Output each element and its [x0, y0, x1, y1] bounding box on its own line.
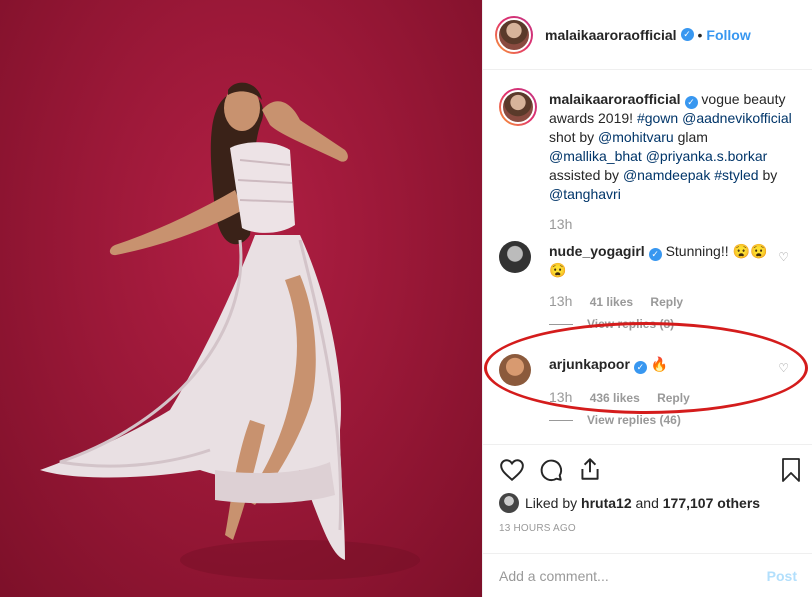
view-replies-label: View replies (8): [587, 317, 675, 331]
add-comment-bar: Add a comment... Post: [483, 553, 812, 597]
separator-dot: •: [697, 26, 703, 43]
verified-icon: ✓: [684, 96, 698, 109]
bookmark-icon[interactable]: [779, 457, 803, 483]
comment-text: 🔥: [650, 356, 669, 372]
post-timestamp: 13 HOURS AGO: [499, 523, 576, 534]
liked-by-prefix: Liked by: [525, 495, 578, 511]
view-replies-link[interactable]: View replies (8): [549, 317, 674, 331]
comment-meta: 13h 41 likes Reply: [549, 293, 697, 309]
caption-mention-link[interactable]: @tanghavri: [549, 186, 621, 202]
verified-icon: ✓: [648, 248, 662, 261]
liker-username[interactable]: hruta12: [581, 495, 632, 511]
comment-like-icon[interactable]: ♡: [778, 250, 789, 264]
comment-time: 13h: [549, 389, 573, 405]
comment-input[interactable]: Add a comment...: [499, 568, 609, 584]
post-side-panel: malaikaaroraofficial ✓ • Follow malaikaa…: [482, 0, 812, 597]
share-icon[interactable]: [577, 456, 603, 482]
comment-like-icon[interactable]: ♡: [778, 361, 789, 375]
comments-list[interactable]: malaikaaroraofficial ✓ vogue beauty award…: [483, 71, 812, 444]
caption-mention-link[interactable]: #styled: [714, 167, 758, 183]
heart-icon[interactable]: [499, 457, 525, 483]
follow-button[interactable]: Follow: [706, 27, 750, 43]
comment-likes[interactable]: 436 likes: [590, 391, 640, 405]
photo-illustration: [40, 82, 420, 580]
caption-mention-link[interactable]: @priyanka.s.borkar: [646, 148, 768, 164]
caption-text-segment: shot by: [549, 129, 599, 145]
commenter-avatar[interactable]: [499, 354, 531, 386]
post-header: malaikaaroraofficial ✓ • Follow: [483, 0, 812, 70]
caption-mention-link[interactable]: @mohitvaru: [598, 129, 674, 145]
comment-username[interactable]: arjunkapoor: [549, 356, 630, 372]
caption-text-segment: by: [758, 167, 778, 183]
reply-button[interactable]: Reply: [650, 295, 683, 309]
author-username[interactable]: malaikaaroraofficial: [545, 27, 677, 43]
comment-body: nude_yogagirl ✓ Stunning!! 😧😧 😧: [549, 242, 769, 280]
caption-time: 13h: [549, 216, 573, 232]
caption-text-segment: glam: [673, 129, 708, 145]
post-actions: Liked by hruta12 and 177,107 others 13 H…: [483, 444, 812, 594]
verified-icon: ✓: [633, 361, 647, 374]
caption-mention-link[interactable]: #gown: [637, 110, 678, 126]
verified-icon: ✓: [680, 28, 694, 41]
likes-summary: Liked by hruta12 and 177,107 others: [499, 493, 760, 513]
comment-time: 13h: [549, 293, 573, 309]
post-photo[interactable]: [0, 0, 482, 597]
caption-mention-link[interactable]: @aadnevikofficial: [682, 110, 792, 126]
comment-icon[interactable]: [538, 457, 564, 483]
caption-body: vogue beauty awards 2019! #gown @aadnevi…: [549, 91, 792, 202]
caption-mention-link[interactable]: @mallika_bhat: [549, 148, 642, 164]
caption-text-segment: assisted by: [549, 167, 623, 183]
comment-body: arjunkapoor ✓ 🔥: [549, 356, 769, 374]
view-replies-link[interactable]: View replies (46): [549, 413, 681, 427]
author-avatar[interactable]: [495, 15, 533, 54]
caption-username[interactable]: malaikaaroraofficial: [549, 91, 681, 107]
commenter-avatar[interactable]: [499, 241, 531, 273]
comment-likes[interactable]: 41 likes: [590, 295, 633, 309]
post-comment-button[interactable]: Post: [767, 568, 797, 584]
caption-text: malaikaaroraofficial ✓ vogue beauty award…: [549, 90, 799, 204]
liker-avatar[interactable]: [499, 493, 519, 513]
reply-button[interactable]: Reply: [657, 391, 690, 405]
caption-mention-link[interactable]: @namdeepak: [623, 167, 710, 183]
caption-avatar[interactable]: [499, 88, 537, 126]
liked-by-and: and: [635, 495, 659, 511]
likes-count[interactable]: 177,107 others: [663, 495, 760, 511]
view-replies-label: View replies (46): [587, 413, 681, 427]
comment-username[interactable]: nude_yogagirl: [549, 243, 645, 259]
comment-meta: 13h 436 likes Reply: [549, 389, 704, 405]
